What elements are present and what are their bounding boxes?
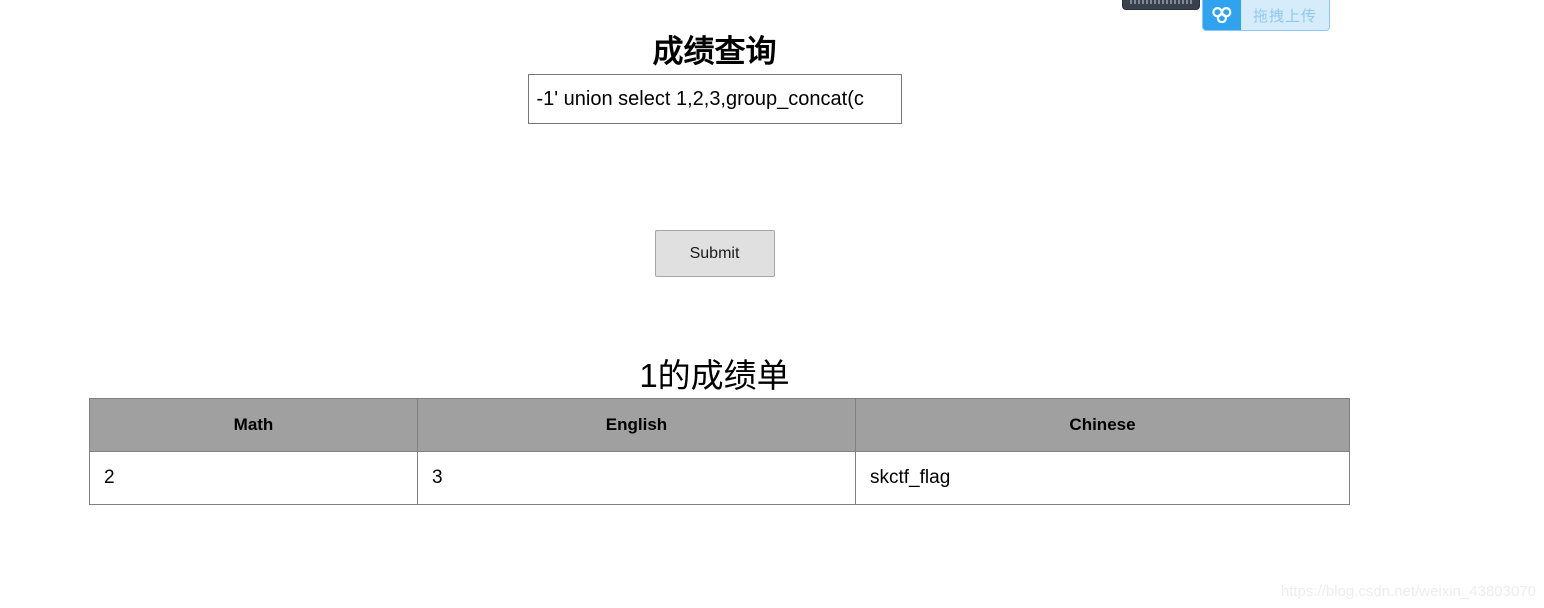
- page-title: 成绩查询: [652, 33, 777, 69]
- result-heading: 1的成绩单: [639, 357, 790, 395]
- cell-chinese: skctf_flag: [855, 451, 1350, 505]
- watermark: https://blog.csdn.net/weixin_43803070: [1280, 583, 1536, 600]
- cell-english: 3: [417, 451, 856, 505]
- submit-button-container: Submit: [0, 230, 1429, 277]
- table-row: 2 3 skctf_flag: [89, 451, 1350, 505]
- column-header-chinese: Chinese: [855, 398, 1350, 452]
- score-table: Math English Chinese 2 3 skctf_flag: [89, 398, 1350, 505]
- baidu-cloud-icon: [1203, 0, 1241, 30]
- table-header-row: Math English Chinese: [89, 398, 1350, 452]
- drag-upload-widget[interactable]: 拖拽上传: [1202, 0, 1331, 31]
- query-form: [0, 74, 1429, 124]
- score-table-body: 2 3 skctf_flag: [89, 451, 1350, 505]
- score-table-head: Math English Chinese: [89, 398, 1350, 452]
- submit-button[interactable]: Submit: [654, 230, 775, 277]
- browser-toolbar-stub: [1122, 0, 1200, 10]
- cell-math: 2: [89, 451, 418, 505]
- column-header-math: Math: [89, 398, 418, 452]
- toolbar-stub-dots: [1130, 0, 1192, 4]
- query-input[interactable]: [527, 74, 902, 124]
- drag-upload-label: 拖拽上传: [1241, 0, 1330, 30]
- column-header-english: English: [417, 398, 856, 452]
